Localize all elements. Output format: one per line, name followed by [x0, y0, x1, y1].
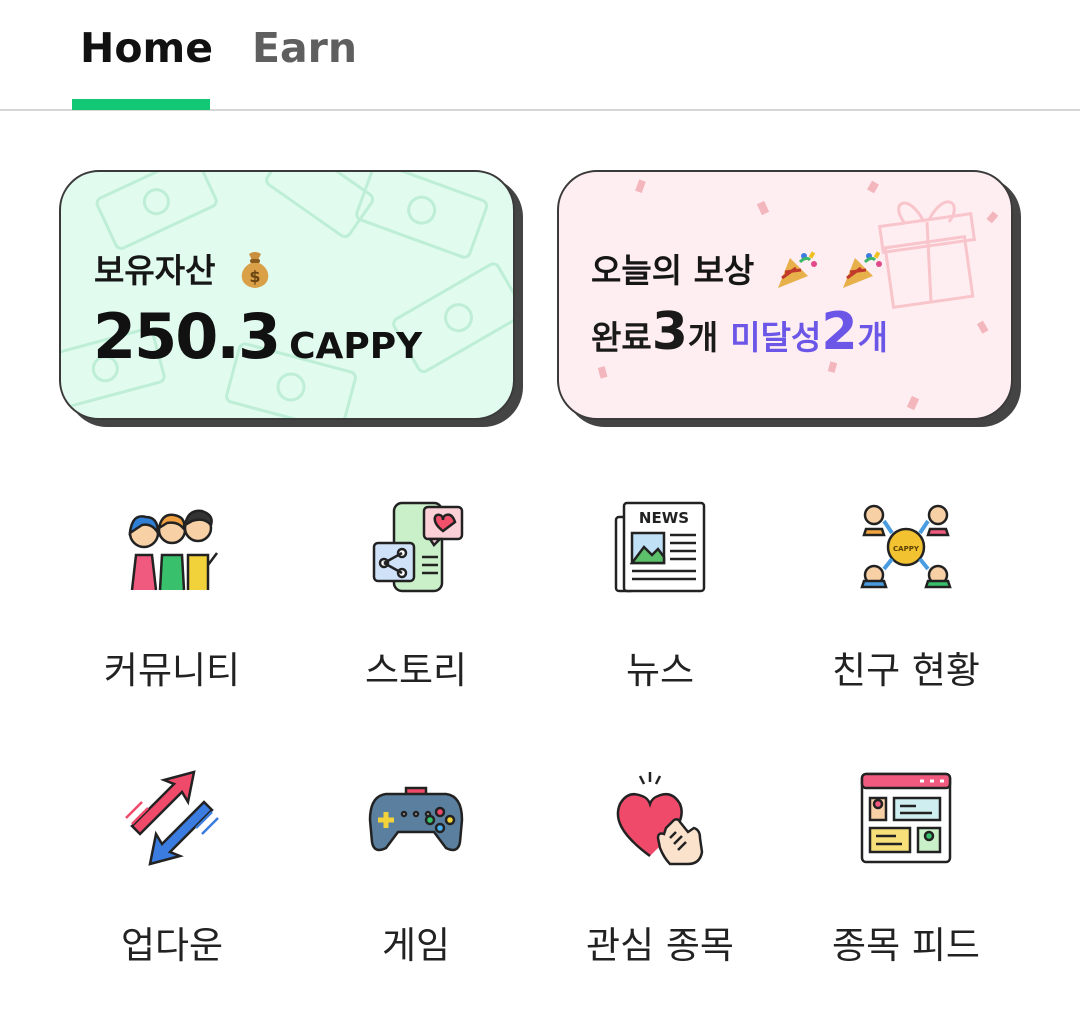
completed-count: 3 — [651, 302, 688, 362]
menu-label: 친구 현황 — [832, 649, 980, 692]
svg-text:$: $ — [249, 267, 260, 286]
assets-unit: CAPPY — [289, 326, 423, 367]
reward-title: 오늘의 보상 — [591, 244, 885, 298]
svg-text:NEWS: NEWS — [639, 509, 689, 527]
completed-label: 완료 — [591, 318, 652, 357]
party-popper-icon — [839, 248, 885, 298]
top-tab-bar: Home Earn — [0, 0, 1080, 111]
completed-unit: 개 — [687, 318, 719, 357]
menu-label: 뉴스 — [625, 649, 695, 692]
pending-count: 2 — [821, 302, 858, 362]
menu-label: 종목 피드 — [832, 924, 980, 967]
up-down-arrows-icon — [125, 770, 219, 866]
pending-label: 미달성 — [730, 318, 822, 357]
gamepad-icon — [368, 786, 464, 852]
menu-label: 업다운 — [120, 924, 224, 967]
svg-text:CAPPY: CAPPY — [893, 545, 920, 553]
menu-label: 게임 — [381, 924, 451, 967]
heart-hand-icon — [616, 772, 704, 866]
assets-card[interactable]: 보유자산 $ 250.3 CAPPY — [59, 170, 515, 420]
friends-network-icon: CAPPY — [860, 504, 952, 589]
assets-title: 보유자산 $ — [94, 244, 275, 298]
tab-home[interactable]: Home — [80, 24, 213, 72]
community-people-icon — [128, 509, 218, 591]
party-popper-icon — [774, 248, 820, 298]
assets-amount-row: 250.3 CAPPY — [93, 300, 422, 373]
daily-reward-card[interactable]: 오늘의 보상 완료3개 미달성2개 — [557, 170, 1013, 420]
feed-board-icon — [860, 772, 952, 864]
menu-label: 커뮤니티 — [103, 649, 241, 692]
active-tab-indicator — [72, 99, 210, 110]
newspaper-icon: NEWS — [614, 501, 706, 593]
reward-status-row: 완료3개 미달성2개 — [591, 302, 888, 362]
assets-amount: 250.3 — [93, 300, 281, 373]
menu-label: 스토리 — [364, 649, 468, 692]
tab-earn[interactable]: Earn — [252, 24, 357, 72]
pending-unit: 개 — [857, 318, 888, 357]
story-share-icon — [372, 501, 464, 593]
menu-label: 관심 종목 — [586, 924, 734, 967]
money-bag-icon: $ — [235, 248, 275, 298]
